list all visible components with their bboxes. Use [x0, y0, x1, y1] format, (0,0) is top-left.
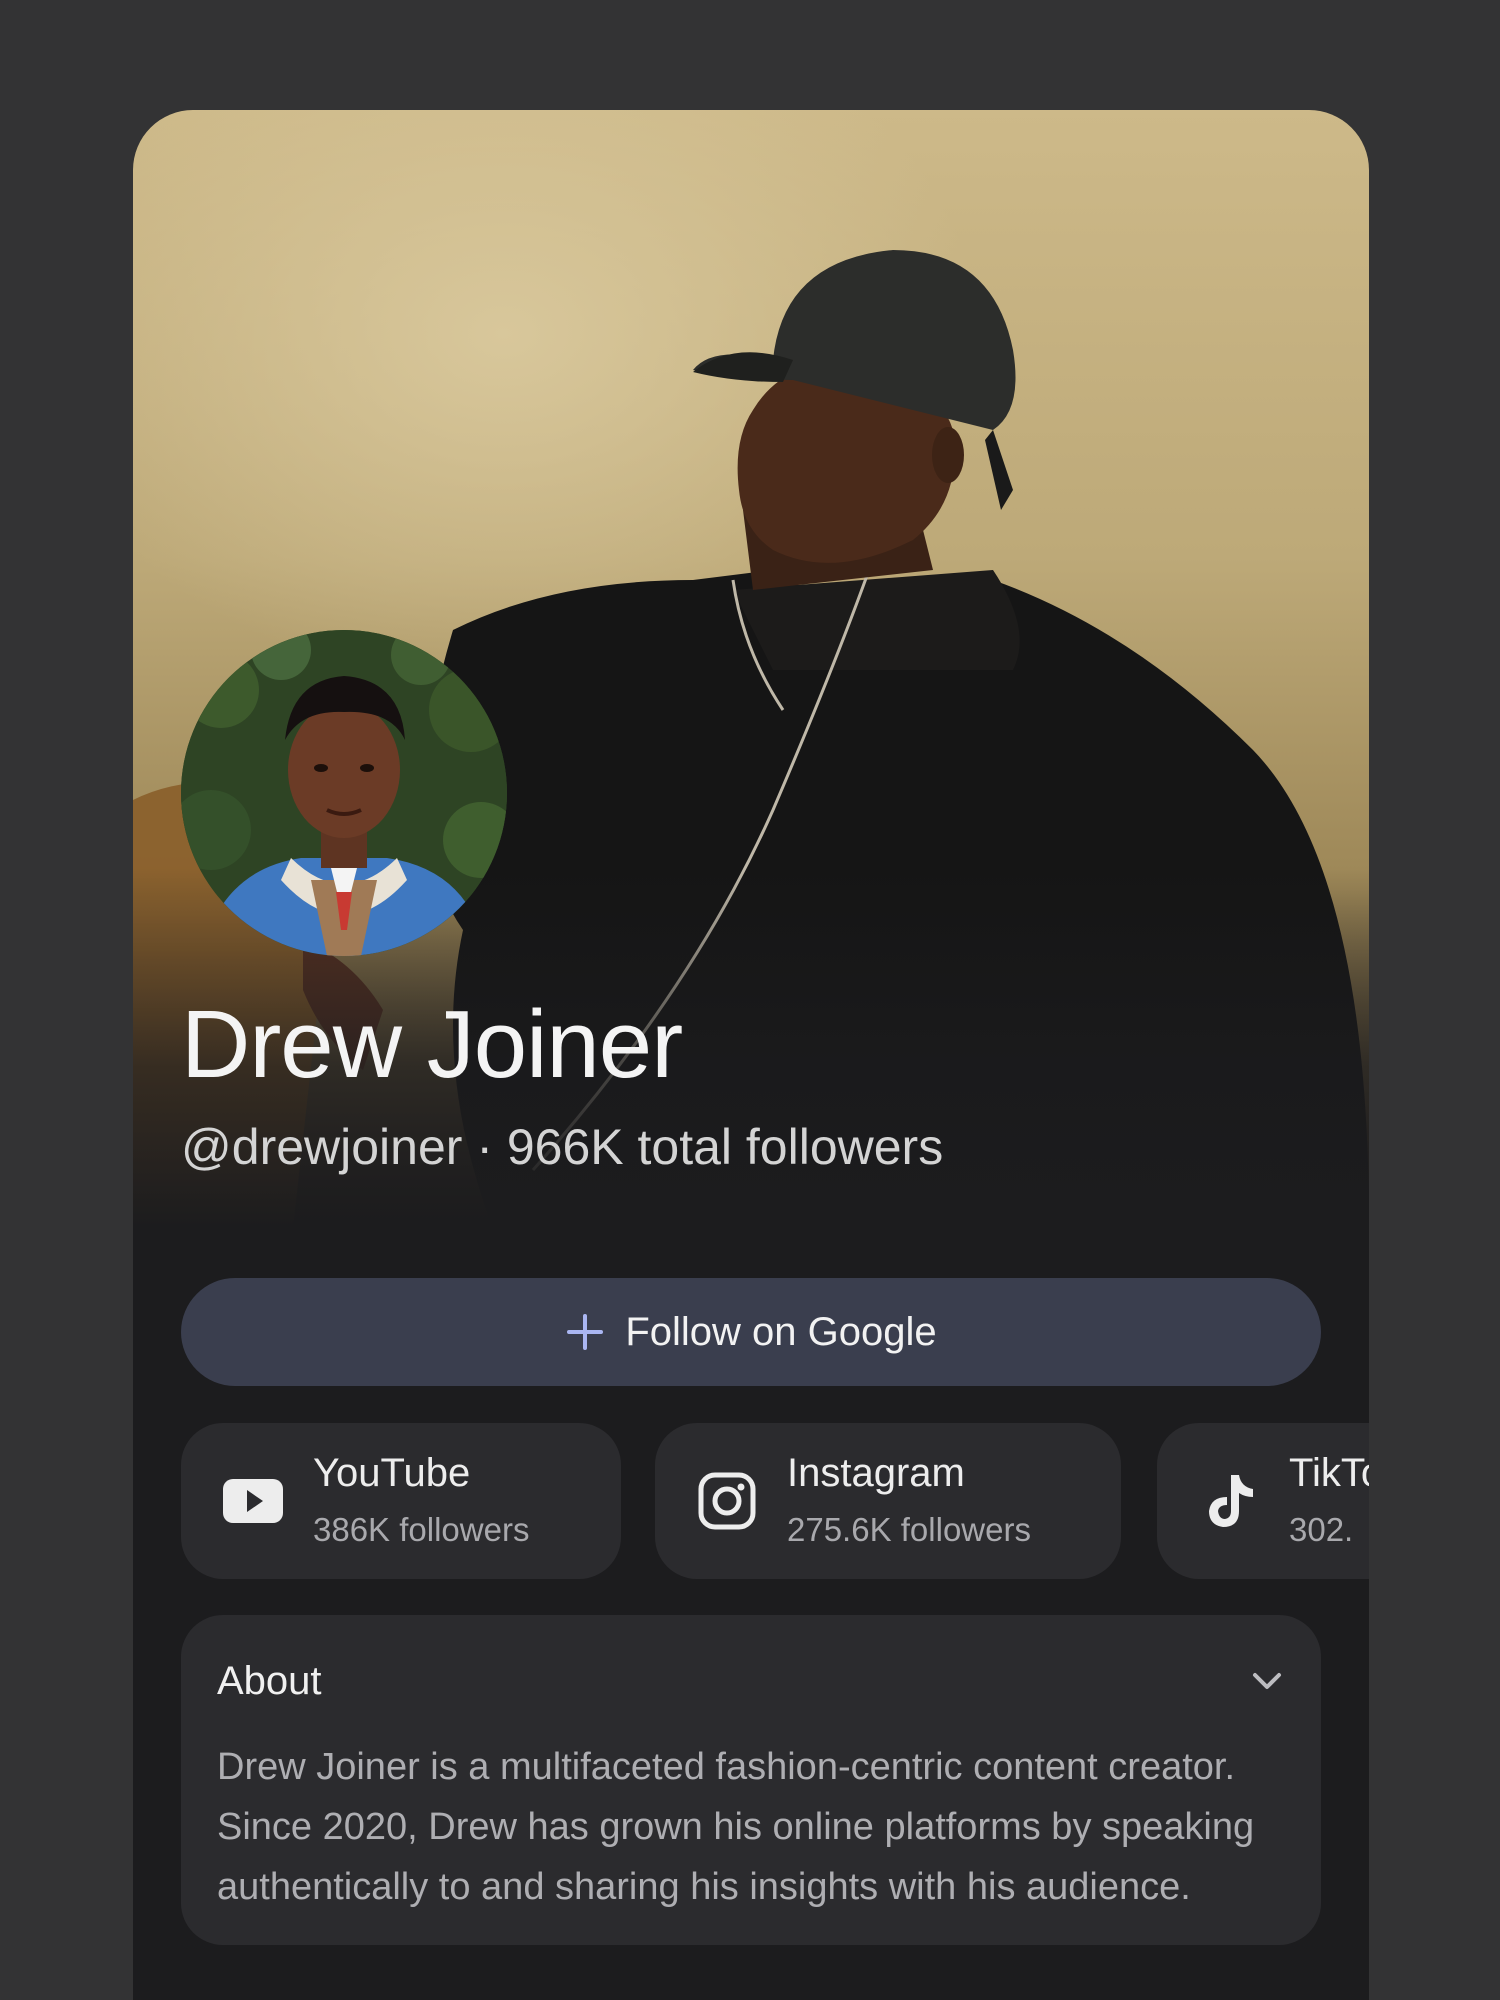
- about-section[interactable]: About Drew Joiner is a multifaceted fash…: [181, 1615, 1321, 1945]
- social-links-row[interactable]: YouTube 386K followers Instagram 275.6K …: [181, 1423, 1369, 1583]
- follow-button-label: Follow on Google: [625, 1309, 937, 1354]
- avatar-image: [181, 630, 507, 956]
- social-follower-count: 275.6K followers: [787, 1511, 1031, 1548]
- about-title: About: [217, 1659, 322, 1703]
- youtube-icon: [223, 1479, 283, 1523]
- social-card-youtube[interactable]: YouTube 386K followers: [181, 1423, 621, 1579]
- follow-on-google-button[interactable]: Follow on Google: [181, 1278, 1321, 1386]
- profile-card: Drew Joiner @drewjoiner · 966K total fol…: [133, 110, 1369, 2000]
- social-card-tiktok[interactable]: TikTok 302.: [1157, 1423, 1369, 1579]
- social-follower-count: 302.: [1289, 1511, 1354, 1548]
- social-platform-name: Instagram: [787, 1451, 965, 1495]
- plus-icon: [567, 1314, 604, 1350]
- avatar[interactable]: [181, 630, 507, 956]
- social-platform-name: TikTok: [1289, 1451, 1369, 1495]
- hero-photo: Drew Joiner @drewjoiner · 966K total fol…: [133, 110, 1369, 1228]
- social-card-instagram[interactable]: Instagram 275.6K followers: [655, 1423, 1121, 1579]
- chevron-down-icon[interactable]: [1249, 1665, 1285, 1697]
- instagram-icon: [698, 1472, 756, 1530]
- about-description: Drew Joiner is a multifaceted fashion-ce…: [217, 1746, 1255, 1908]
- social-platform-name: YouTube: [313, 1451, 471, 1495]
- profile-handle-followers: @drewjoiner · 966K total followers: [181, 1119, 944, 1175]
- profile-name: Drew Joiner: [181, 991, 683, 1098]
- tiktok-icon: [1209, 1475, 1253, 1527]
- social-follower-count: 386K followers: [313, 1511, 530, 1548]
